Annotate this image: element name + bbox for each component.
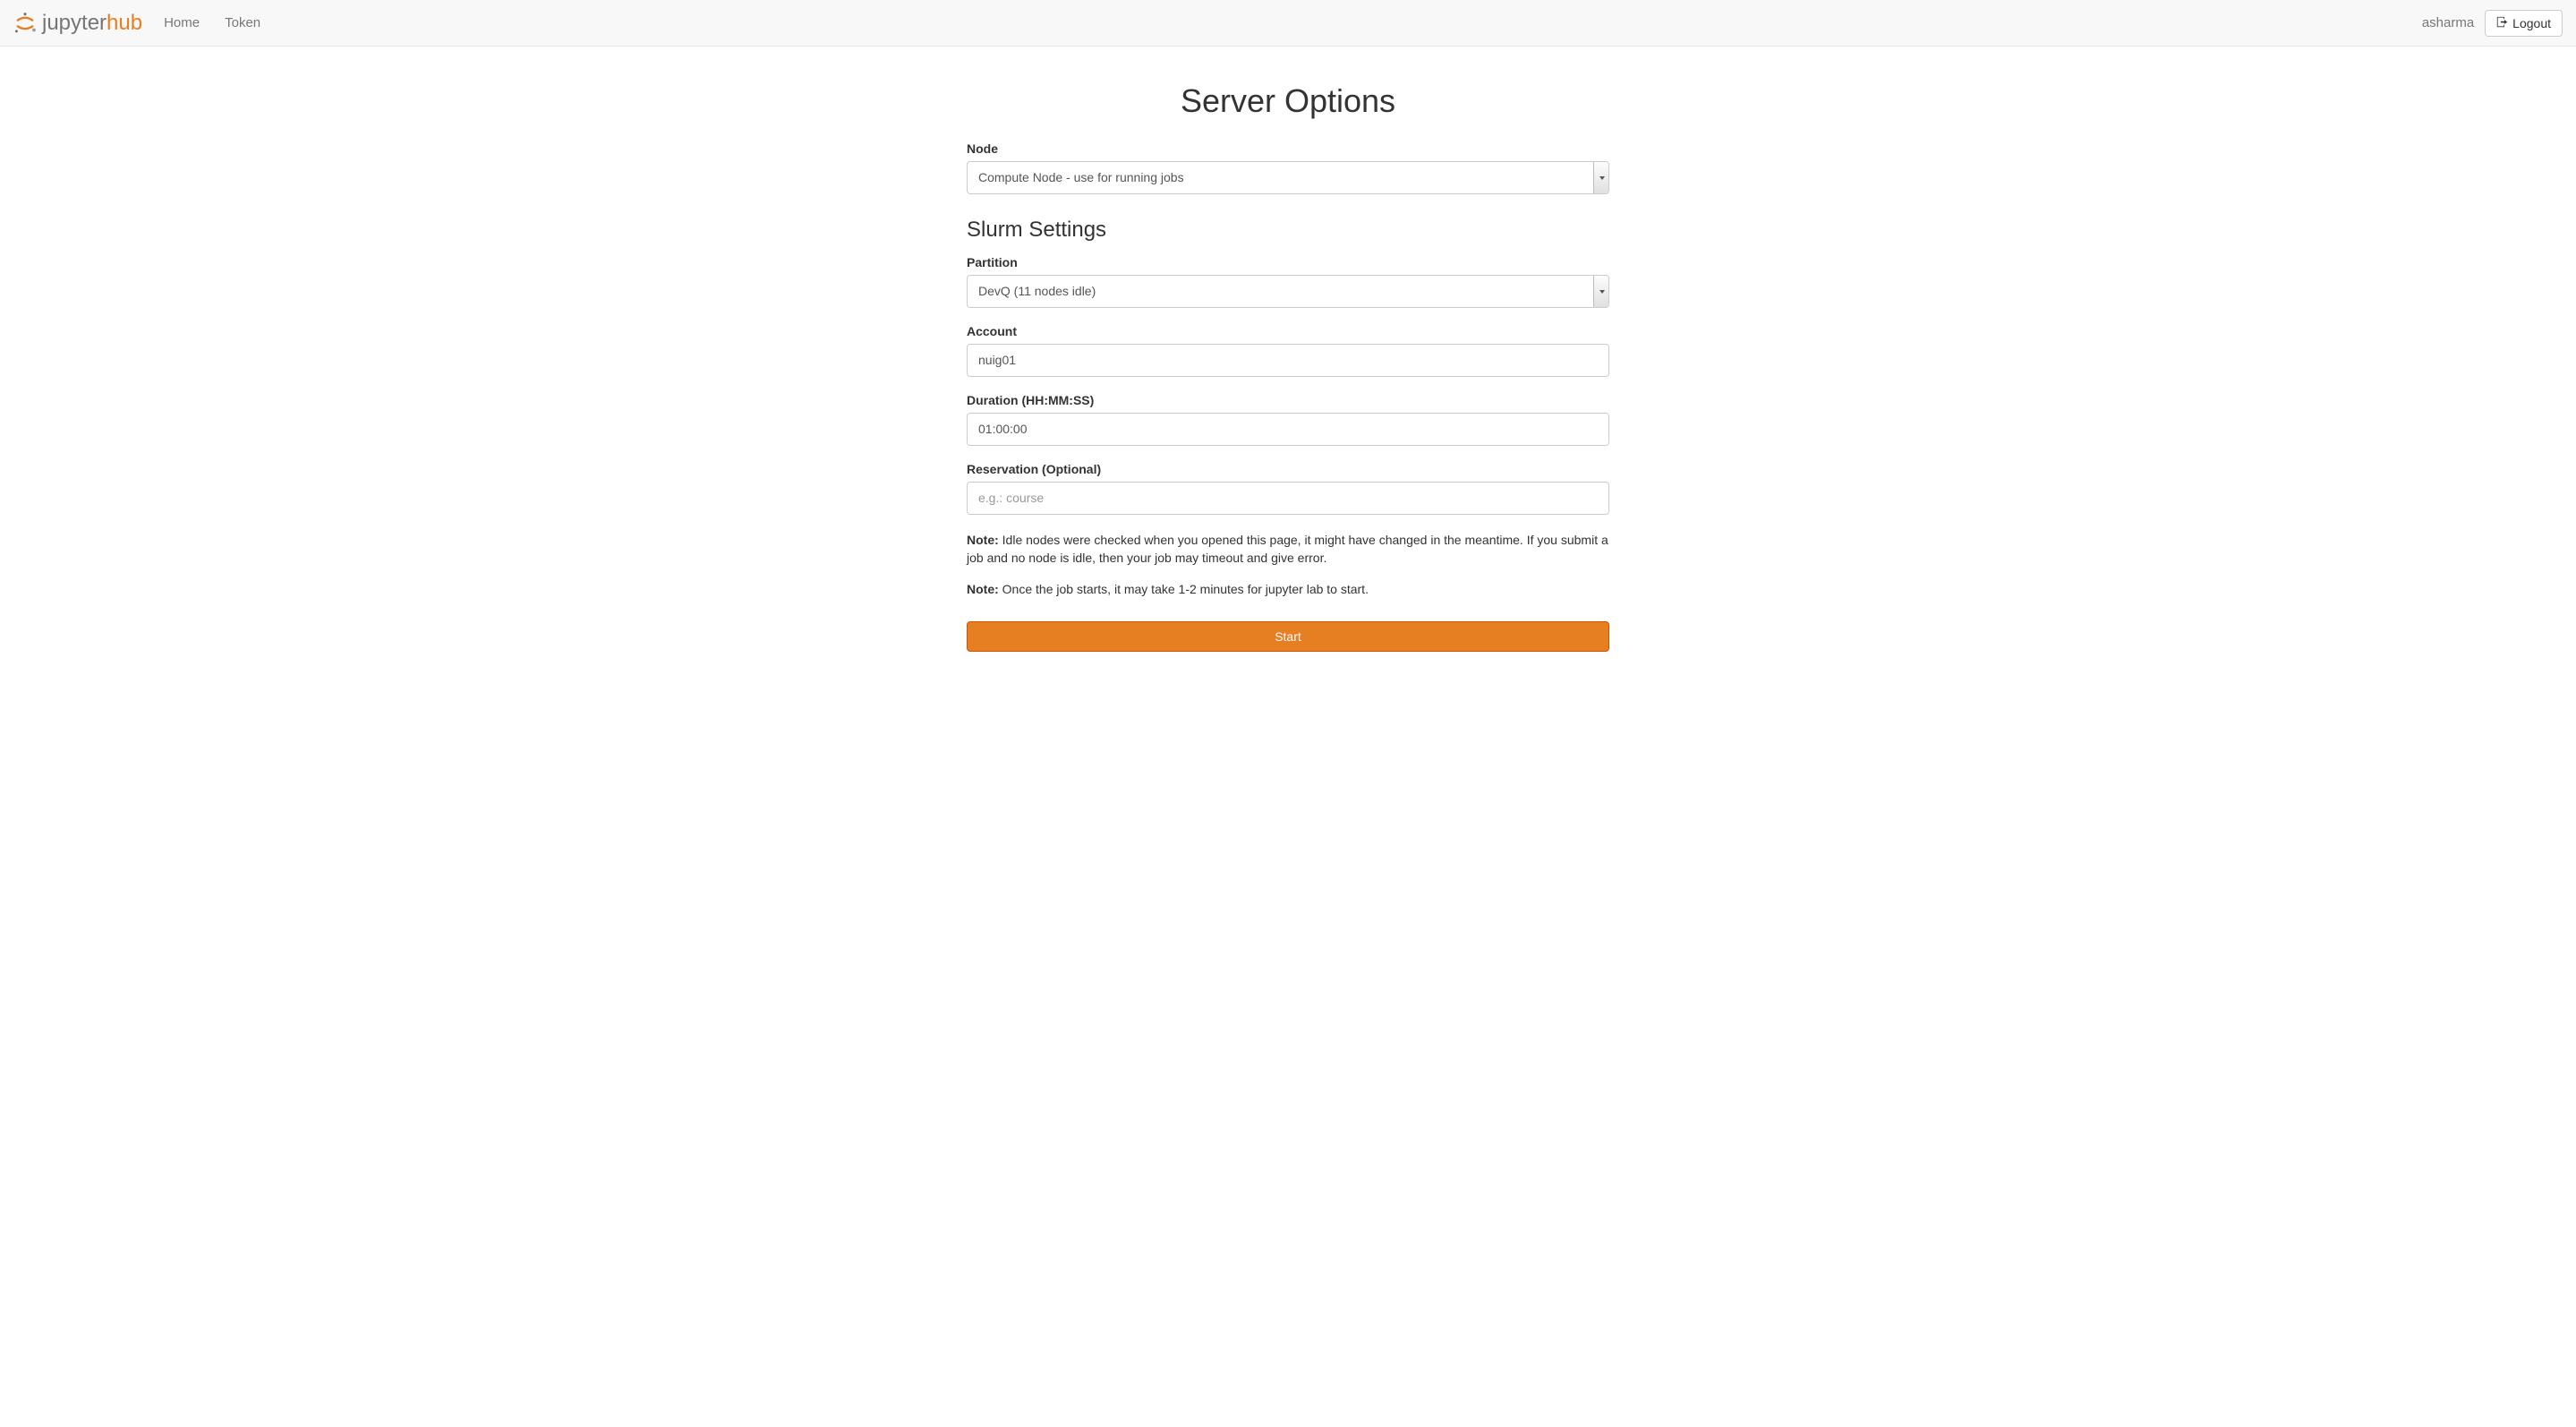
page-title: Server Options — [967, 82, 1609, 120]
duration-label: Duration (HH:MM:SS) — [967, 393, 1609, 407]
node-select[interactable]: Compute Node - use for running jobs — [967, 161, 1609, 194]
nav-token[interactable]: Token — [212, 2, 273, 44]
start-button[interactable]: Start — [967, 621, 1609, 652]
slurm-heading: Slurm Settings — [967, 218, 1609, 243]
brand-text-hub: hub — [107, 11, 142, 36]
brand-link[interactable]: jupyterhub — [13, 11, 142, 36]
node-label: Node — [967, 141, 1609, 156]
logout-icon — [2496, 16, 2508, 30]
reservation-label: Reservation (Optional) — [967, 462, 1609, 476]
duration-group: Duration (HH:MM:SS) — [967, 393, 1609, 446]
account-group: Account — [967, 324, 1609, 377]
logout-label: Logout — [2512, 16, 2551, 30]
account-input[interactable] — [967, 344, 1609, 377]
partition-select-wrapper: DevQ (11 nodes idle) — [967, 275, 1609, 308]
account-label: Account — [967, 324, 1609, 338]
navbar: jupyterhub Home Token asharma Logout — [0, 0, 2576, 47]
partition-group: Partition DevQ (11 nodes idle) — [967, 255, 1609, 308]
duration-input[interactable] — [967, 413, 1609, 446]
note-2: Note: Once the job starts, it may take 1… — [967, 580, 1609, 598]
nav-links: Home Token — [151, 2, 273, 44]
username-display: asharma — [2422, 15, 2474, 30]
jupyter-logo-icon — [13, 12, 37, 35]
logout-button[interactable]: Logout — [2485, 10, 2563, 37]
note-2-prefix: Note: — [967, 582, 999, 596]
reservation-input[interactable] — [967, 482, 1609, 515]
note-1-text: Idle nodes were checked when you opened … — [967, 533, 1608, 565]
note-1: Note: Idle nodes were checked when you o… — [967, 531, 1609, 568]
brand-text-jupyter: jupyter — [42, 11, 107, 36]
nav-home[interactable]: Home — [151, 2, 212, 44]
node-select-wrapper: Compute Node - use for running jobs — [967, 161, 1609, 194]
note-1-prefix: Note: — [967, 533, 999, 547]
node-group: Node Compute Node - use for running jobs — [967, 141, 1609, 194]
reservation-group: Reservation (Optional) — [967, 462, 1609, 515]
navbar-right: asharma Logout — [2422, 10, 2563, 37]
partition-select[interactable]: DevQ (11 nodes idle) — [967, 275, 1609, 308]
note-2-text: Once the job starts, it may take 1-2 min… — [999, 582, 1369, 596]
partition-label: Partition — [967, 255, 1609, 269]
main-container: Server Options Node Compute Node - use f… — [953, 47, 1623, 670]
